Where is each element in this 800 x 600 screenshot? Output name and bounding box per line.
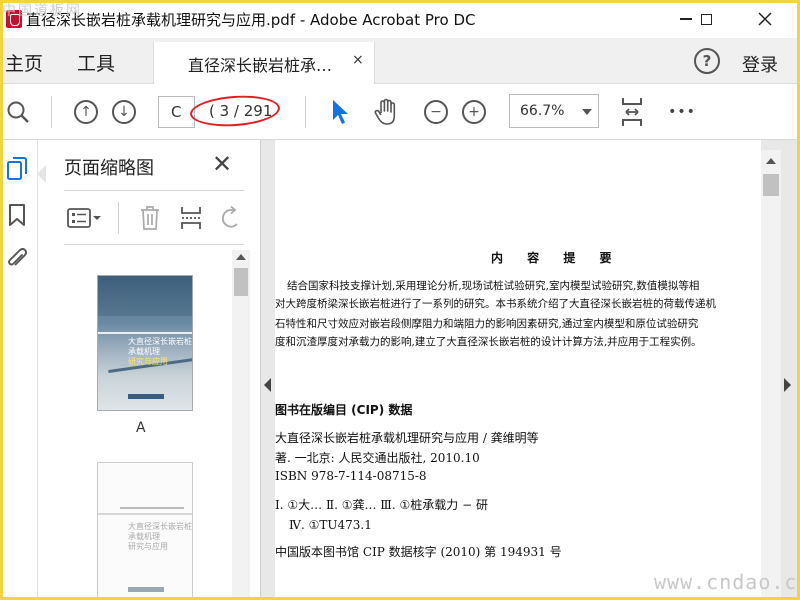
select-tool-button[interactable] [328, 84, 352, 140]
rotate-page-button[interactable] [218, 204, 244, 232]
cip-line: Ⅰ. ①大… Ⅱ. ①龚… Ⅲ. ①桩承载力 − 研 [275, 498, 488, 512]
cip-heading: 图书在版编目 (CIP) 数据 [275, 403, 413, 417]
publisher-mark [128, 394, 164, 399]
panel-pointer [37, 165, 46, 183]
panel-divider [64, 190, 244, 191]
search-icon [7, 101, 29, 123]
close-icon [758, 12, 772, 26]
toolbar: ↑ ↓ C ( 3 / 291 − + 66.7% ••• [0, 84, 800, 140]
fit-page-icon [622, 98, 642, 126]
body-line: 对大跨度桥梁深长嵌岩桩进行了一系列的研究。本书系统介绍了大直径深长嵌岩桩的荷载传… [275, 298, 716, 310]
body-line: 度和沉渣厚度对承载力的影响,建立了大直径深长嵌岩桩的设计计算方法,并应用于工程实… [275, 336, 702, 348]
scroll-up-icon [236, 254, 246, 260]
body-line: 结合国家科技支撑计划,采用理论分析,现场试桩试验研究,室内模型试验研究,数值模拟… [287, 280, 700, 292]
close-panel-button[interactable]: ✕ [212, 150, 232, 178]
toolbar-divider [305, 96, 306, 128]
delete-page-button[interactable] [138, 204, 162, 232]
search-button[interactable] [4, 84, 32, 140]
title-bar: 直径深长嵌岩桩承载机理研究与应用.pdf - Adobe Acrobat Pro… [0, 0, 800, 38]
page-thumbnails-rail-button[interactable] [4, 154, 30, 184]
next-page-button[interactable]: ↓ [110, 84, 138, 140]
arrow-down-icon: ↓ [112, 100, 136, 124]
site-watermark: www.cndao.com [654, 570, 800, 594]
thumbnail-options-button[interactable] [66, 204, 104, 232]
scrollbar-thumb[interactable] [234, 268, 248, 296]
cover-stripe [98, 332, 192, 334]
bookmarks-rail-button[interactable] [4, 200, 30, 230]
trash-icon [141, 206, 159, 230]
insert-pages-icon [181, 207, 201, 229]
thumbnail-label: A [136, 420, 146, 436]
document-scrollbar[interactable] [761, 150, 781, 600]
pdf-page: 内 容 提 要 结合国家科技支撑计划,采用理论分析,现场试桩试验研究,室内模型试… [275, 140, 761, 600]
author-line [120, 507, 184, 509]
page-thumbnails-panel: 页面缩略图 ✕ 大直径深长嵌岩桩 承载机理 研究与应用 A 大直径深长嵌岩桩 承… [46, 140, 259, 600]
hand-tool-button[interactable] [372, 84, 400, 140]
minus-icon: − [424, 100, 448, 124]
tools-tab[interactable]: 工具 [77, 49, 115, 76]
arrow-up-icon: ↑ [74, 100, 98, 124]
cip-line: Ⅳ. ①TU473.1 [289, 518, 372, 532]
body-line: 石特性和尺寸效应对嵌岩段侧摩阻力和端阻力的影响因素研究,通过室内模型和原位试验研… [275, 318, 699, 330]
collapse-left-panel-icon[interactable] [264, 378, 271, 392]
document-tab-label: 直径深长嵌岩桩承… [188, 56, 333, 75]
cursor-arrow-icon [333, 100, 348, 124]
cover-title: 研究与应用 [128, 542, 168, 551]
page-rule [98, 513, 192, 515]
site-watermark: 中国道板网 [2, 3, 82, 19]
page-thumbnail[interactable]: 大直径深长嵌岩桩 承载机理 研究与应用 [97, 462, 193, 600]
red-annotation-oval [189, 92, 281, 130]
close-window-button[interactable] [745, 4, 785, 34]
document-tab[interactable]: 直径深长嵌岩桩承… × [153, 42, 375, 84]
maximize-icon [700, 13, 712, 25]
panel-toolbar [64, 196, 244, 240]
cover-sky [98, 276, 192, 316]
fit-page-button[interactable] [618, 84, 646, 140]
options-menu-icon [67, 208, 101, 228]
rotate-icon [221, 205, 238, 228]
cover-title: 研究与应用 [128, 357, 168, 366]
close-tab-button[interactable]: × [352, 52, 364, 68]
window-title: 直径深长嵌岩桩承载机理研究与应用.pdf - Adobe Acrobat Pro… [26, 11, 476, 29]
expand-right-panel-icon[interactable] [784, 378, 791, 392]
scroll-up-icon [766, 158, 776, 164]
cip-line: 著. 一北京: 人民交通出版社, 2010.10 [275, 451, 480, 465]
tab-bar: 主页 工具 直径深长嵌岩桩承… × ? 登录 [0, 38, 800, 84]
scrollbar-thumb[interactable] [763, 174, 779, 196]
maximize-button[interactable] [686, 4, 726, 34]
attachments-rail-button[interactable] [4, 244, 30, 274]
zoom-out-button[interactable]: − [422, 84, 450, 140]
chevron-down-icon [582, 109, 592, 115]
insert-page-button[interactable] [178, 204, 204, 232]
page-thumbnail[interactable]: 大直径深长嵌岩桩 承载机理 研究与应用 [97, 275, 193, 411]
paperclip-icon [8, 247, 28, 266]
zoom-in-button[interactable]: + [460, 84, 488, 140]
previous-page-button[interactable]: ↑ [72, 84, 100, 140]
panel-title: 页面缩略图 [64, 158, 154, 179]
home-tab[interactable]: 主页 [5, 49, 43, 76]
page-thumbnails-icon [7, 157, 27, 180]
publisher-mark [128, 587, 164, 592]
left-navigation-rail [0, 140, 38, 600]
thumbnail-scrollbar[interactable] [232, 250, 250, 600]
help-button[interactable]: ? [694, 48, 720, 74]
plus-icon: + [462, 100, 486, 124]
more-tools-button[interactable]: ••• [666, 84, 698, 140]
login-button[interactable]: 登录 [742, 51, 778, 77]
panel-toolbar-divider [118, 202, 119, 234]
toolbar-divider [51, 96, 52, 128]
zoom-select[interactable]: 66.7% [509, 94, 599, 128]
bookmark-icon [9, 204, 25, 226]
cip-line: ISBN 978-7-114-08715-8 [275, 469, 427, 483]
cip-line: 大直径深长嵌岩桩承载机理研究与应用 / 龚维明等 [275, 431, 539, 445]
cip-line: 中国版本图书馆 CIP 数据核字 (2010) 第 194931 号 [275, 545, 562, 559]
page-heading: 内 容 提 要 [491, 251, 622, 265]
hand-icon [374, 98, 396, 125]
panel-divider [64, 244, 244, 245]
zoom-value: 66.7% [520, 103, 565, 119]
